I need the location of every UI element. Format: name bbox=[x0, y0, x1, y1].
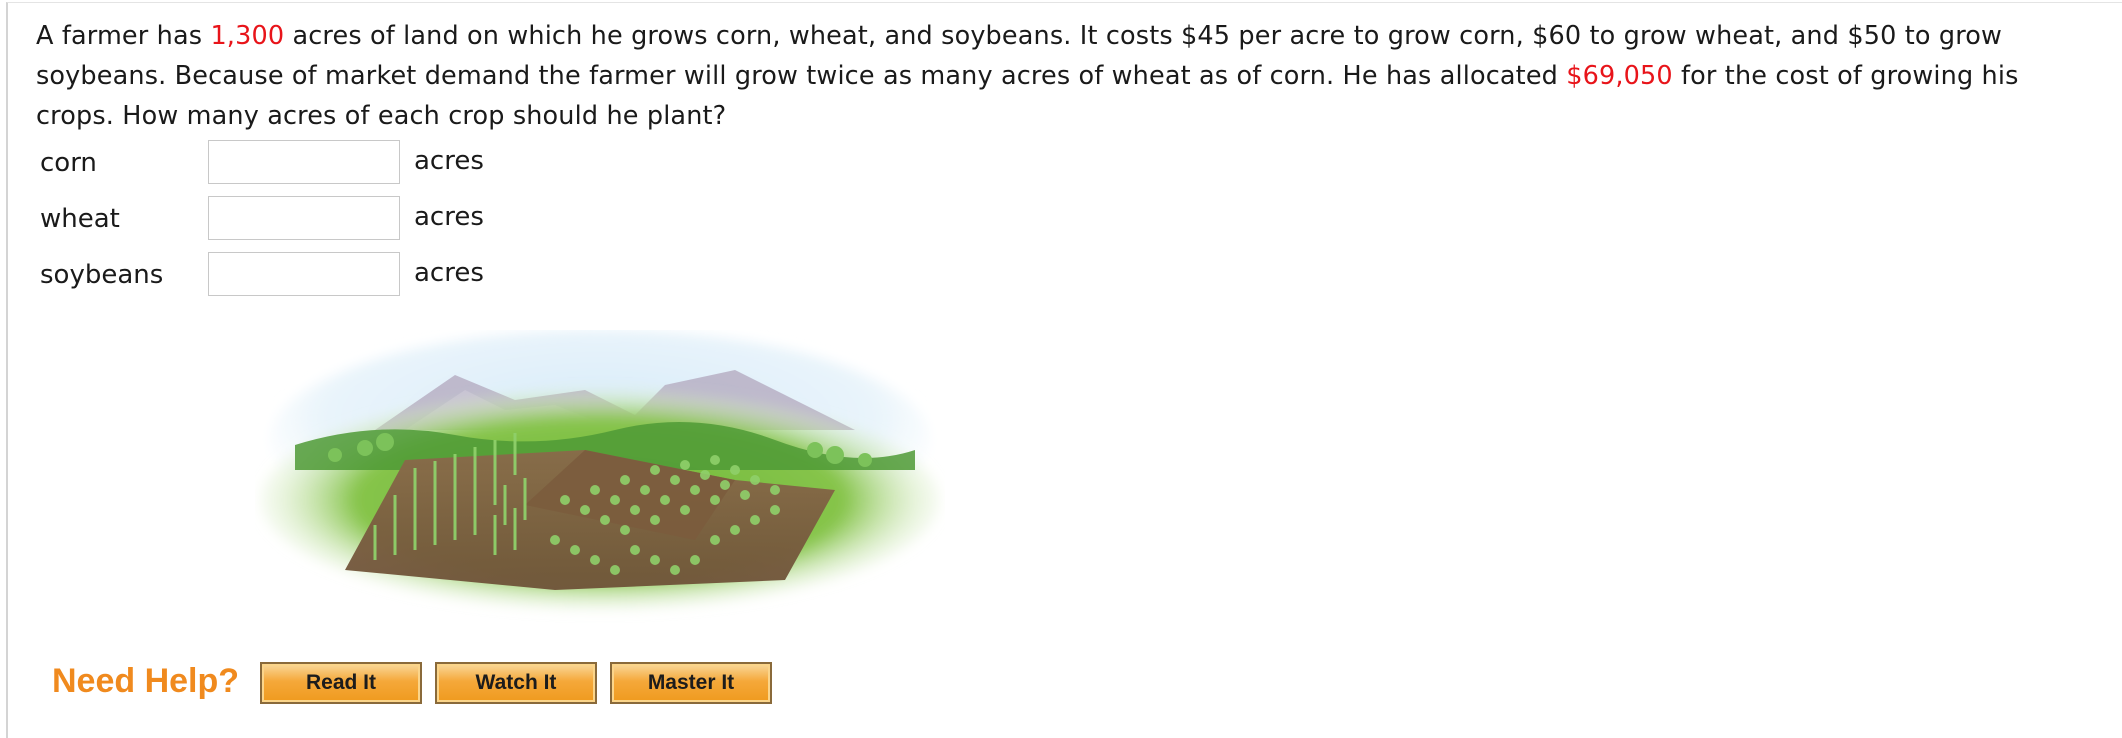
corn-acres-input[interactable] bbox=[208, 140, 400, 184]
budget-value: $69,050 bbox=[1566, 61, 1673, 91]
wheat-label: wheat bbox=[40, 204, 120, 234]
answer-row-soybeans: soybeans acres bbox=[40, 252, 640, 296]
soybeans-acres-input[interactable] bbox=[208, 252, 400, 296]
read-it-button[interactable]: Read It bbox=[260, 662, 422, 704]
soybeans-unit-label: acres bbox=[414, 258, 484, 288]
master-it-button[interactable]: Master It bbox=[610, 662, 772, 704]
corn-unit-label: acres bbox=[414, 146, 484, 176]
need-help-title: Need Help? bbox=[52, 662, 240, 700]
soybeans-label: soybeans bbox=[40, 260, 164, 290]
answer-row-corn: corn acres bbox=[40, 140, 640, 184]
question-text: A farmer has 1,300 acres of land on whic… bbox=[36, 16, 2096, 136]
question-part-1: A farmer has bbox=[36, 21, 211, 51]
wheat-acres-input[interactable] bbox=[208, 196, 400, 240]
wheat-unit-label: acres bbox=[414, 202, 484, 232]
farm-field-illustration bbox=[255, 330, 945, 630]
corn-label: corn bbox=[40, 148, 97, 178]
watch-it-button[interactable]: Watch It bbox=[435, 662, 597, 704]
answer-row-wheat: wheat acres bbox=[40, 196, 640, 240]
acres-total-value: 1,300 bbox=[210, 21, 285, 51]
